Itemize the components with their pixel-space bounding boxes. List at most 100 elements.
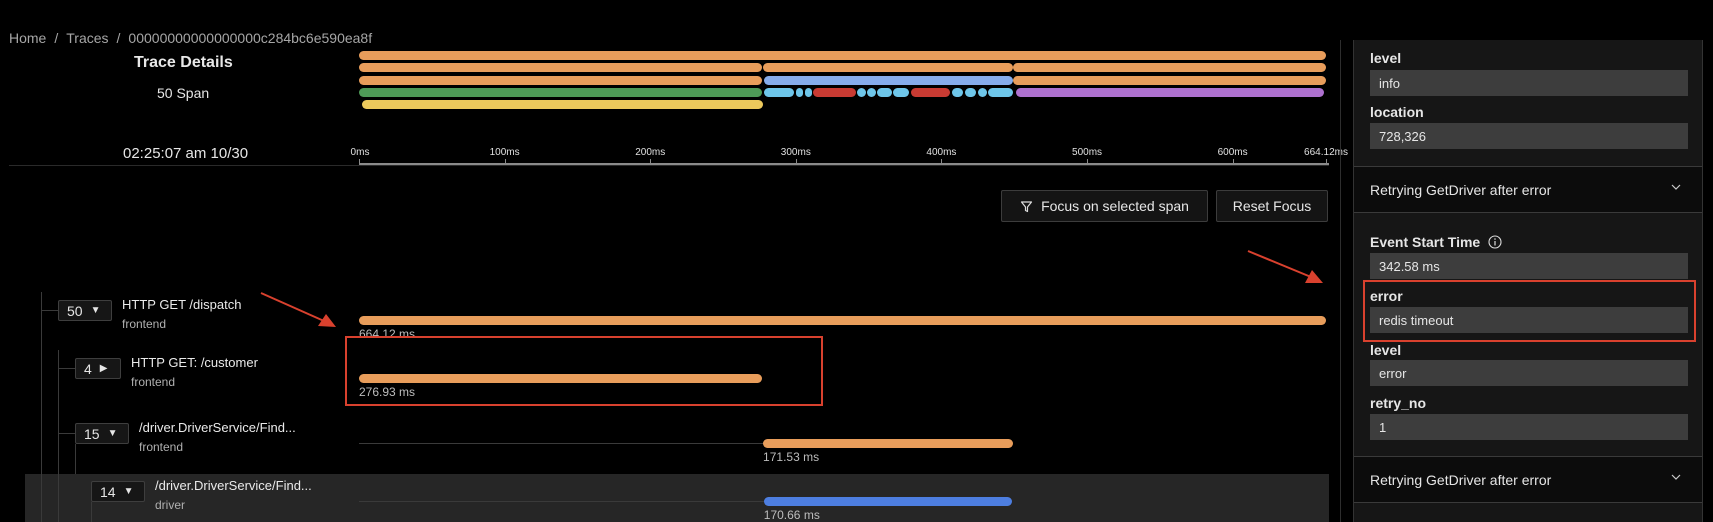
span-name[interactable]: /driver.DriverService/Find...: [155, 478, 312, 493]
annotation-arrow-icon: [1247, 250, 1323, 283]
event-start-label: Event Start Time: [1370, 234, 1481, 250]
axis-tick-label: 600ms: [1217, 147, 1248, 158]
field-label-level: level: [1370, 50, 1402, 66]
trace-start-time: 02:25:07 am 10/30: [123, 145, 249, 162]
trace-minimap[interactable]: [359, 51, 1329, 111]
divider: [9, 165, 1329, 166]
minimap-span-bar: [1015, 87, 1325, 97]
axis-tick-label: 664.12ms: [1304, 147, 1348, 158]
axis-tick-label: 300ms: [780, 147, 811, 158]
minimap-span-bar: [359, 51, 1326, 60]
child-count: 4: [84, 360, 92, 377]
caret-down-icon: ▼: [123, 486, 134, 497]
span-count: 50 Span: [157, 85, 210, 101]
annotation-highlight-box: [345, 336, 823, 406]
field-value-event-start: 342.58 ms: [1370, 253, 1688, 279]
breadcrumb-traces[interactable]: Traces: [66, 30, 108, 46]
field-label-event-start: Event Start Time: [1370, 234, 1502, 250]
focus-button-label: Focus on selected span: [1041, 198, 1189, 214]
info-icon[interactable]: [1488, 235, 1502, 249]
page-title: Trace Details: [134, 54, 233, 71]
filter-icon: [1020, 200, 1033, 212]
minimap-span-bar: [804, 87, 812, 97]
tree-connector: [41, 474, 42, 522]
minimap-span-bar: [856, 87, 866, 97]
minimap-span-bar: [988, 87, 1013, 97]
minimap-span-bar: [867, 87, 876, 97]
span-collapse-toggle[interactable]: 15 ▼: [75, 423, 129, 444]
caret-right-icon: ▶: [99, 363, 108, 374]
minimap-span-bar: [359, 87, 763, 97]
tree-connector: [58, 433, 75, 434]
minimap-span-bar: [359, 75, 763, 85]
caret-down-icon: ▼: [90, 305, 101, 316]
axis-tick-label: 400ms: [926, 147, 957, 158]
reset-button-label: Reset Focus: [1232, 198, 1312, 214]
event-title: Retrying GetDriver after error: [1370, 471, 1552, 488]
breadcrumb-trace-id: 00000000000000000c284bc6e590ea8f: [128, 30, 373, 46]
span-service: frontend: [122, 317, 167, 331]
span-collapse-toggle[interactable]: 50 ▼: [58, 300, 112, 321]
minimap-span-bar: [361, 100, 764, 110]
minimap-span-bar: [893, 87, 910, 97]
minimap-span-bar: [877, 87, 892, 97]
span-name[interactable]: /driver.DriverService/Find...: [139, 420, 296, 435]
span-offset-line: [359, 501, 764, 502]
minimap-span-bar: [795, 87, 804, 97]
minimap-span-bar: [964, 87, 977, 97]
event-title: Retrying GetDriver after error: [1370, 181, 1552, 198]
minimap-span-bar: [763, 75, 1013, 85]
span-duration-bar[interactable]: [763, 439, 1013, 448]
axis-tick-label: 200ms: [635, 147, 666, 158]
panel-divider: [1340, 40, 1341, 522]
breadcrumb-separator: /: [116, 30, 121, 46]
child-count: 14: [100, 483, 116, 500]
field-label-level: level: [1370, 342, 1402, 358]
span-duration-bar[interactable]: [763, 497, 1013, 506]
breadcrumb-home[interactable]: Home: [9, 30, 46, 46]
span-name[interactable]: HTTP GET /dispatch: [122, 297, 241, 312]
minimap-span-bar: [977, 87, 987, 97]
span-collapse-toggle[interactable]: 14 ▼: [91, 481, 145, 502]
field-value-retry-no: 1: [1370, 414, 1688, 440]
minimap-span-bar: [951, 87, 964, 97]
span-service: frontend: [139, 440, 184, 454]
minimap-span-bar: [813, 87, 856, 97]
chevron-down-icon: [1671, 184, 1681, 190]
timeline-axis: 0ms 100ms 200ms 300ms 400ms 500ms 600ms 664.12m…: [351, 145, 1348, 167]
span-duration-bar[interactable]: [359, 316, 1326, 325]
span-service: frontend: [131, 375, 176, 389]
span-name[interactable]: HTTP GET: /customer: [131, 355, 258, 370]
axis-tick-label: 100ms: [489, 147, 520, 158]
span-collapse-toggle[interactable]: 4 ▶: [75, 358, 121, 379]
event-section-header[interactable]: Retrying GetDriver after error: [1354, 456, 1702, 503]
focus-selected-span-button[interactable]: Focus on selected span: [1001, 190, 1208, 222]
axis-tick-label: 0ms: [350, 147, 370, 158]
minimap-span-bar: [359, 63, 763, 73]
span-duration-label: 171.53 ms: [763, 450, 820, 464]
minimap-span-bar: [910, 87, 951, 97]
span-offset-line: [359, 443, 764, 444]
event-section-header[interactable]: Retrying GetDriver after error: [1354, 166, 1702, 213]
tree-connector: [91, 502, 92, 522]
reset-focus-button[interactable]: Reset Focus: [1216, 190, 1328, 222]
breadcrumb-separator: /: [54, 30, 59, 46]
minimap-span-bar: [763, 87, 795, 97]
annotation-highlight-box: [1363, 280, 1696, 342]
field-value-level: error: [1370, 360, 1688, 386]
minimap-span-bar: [763, 63, 1013, 73]
tree-connector: [41, 310, 58, 311]
field-label-location: location: [1370, 104, 1424, 120]
tree-connector: [58, 368, 75, 369]
child-count: 15: [84, 425, 100, 442]
caret-down-icon: ▼: [107, 428, 118, 439]
minimap-span-bar: [1013, 75, 1326, 85]
axis-tick-label: 500ms: [1072, 147, 1103, 158]
minimap-span-bar: [1013, 63, 1326, 73]
field-value-level: info: [1370, 70, 1688, 96]
chevron-down-icon: [1671, 474, 1681, 480]
breadcrumb: Home / Traces / 00000000000000000c284bc6e590…: [9, 30, 372, 46]
field-value-location: 728,326: [1370, 123, 1688, 149]
span-duration-label: 170.66 ms: [763, 508, 820, 522]
tree-connector: [58, 474, 59, 522]
